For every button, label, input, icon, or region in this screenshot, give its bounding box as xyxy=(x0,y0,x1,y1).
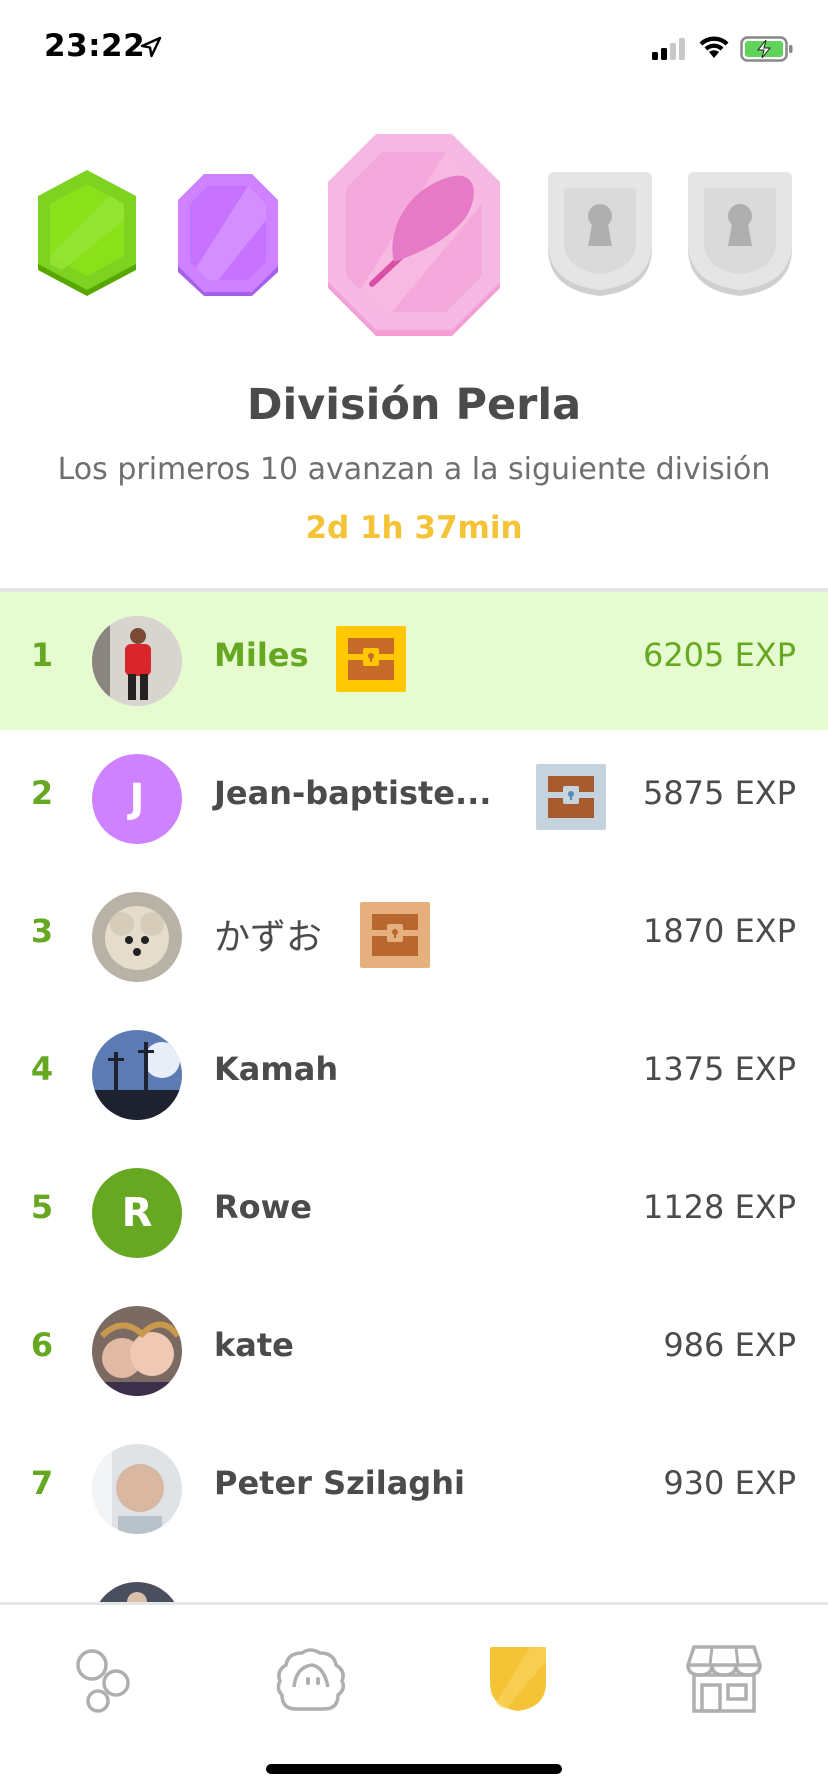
avatar[interactable] xyxy=(92,892,182,982)
locked-league-badge-icon[interactable] xyxy=(544,172,656,298)
player-xp: 1870 EXP xyxy=(642,912,796,950)
league-badges-row xyxy=(0,120,828,350)
wifi-icon xyxy=(699,36,729,58)
rank-number: 4 xyxy=(30,1050,54,1088)
avatar[interactable] xyxy=(92,1030,182,1120)
rank-number: 6 xyxy=(30,1326,54,1364)
player-xp: 1128 EXP xyxy=(642,1188,796,1226)
leaderboard-row[interactable]: 1 Miles 6205 EXP xyxy=(0,592,828,730)
amethyst-league-badge-icon[interactable] xyxy=(174,174,282,298)
leagues-tab-icon[interactable] xyxy=(486,1643,550,1715)
rank-number: 5 xyxy=(30,1188,54,1226)
rank-number: 1 xyxy=(30,636,54,674)
bronze-chest-icon xyxy=(360,902,430,968)
home-indicator xyxy=(266,1764,562,1774)
pearl-league-badge-icon[interactable] xyxy=(324,134,504,340)
player-xp: 930 EXP xyxy=(663,1464,796,1502)
player-xp: 986 EXP xyxy=(663,1326,796,1364)
leaderboard-row[interactable]: 7 Peter Szilaghi 930 EXP xyxy=(0,1420,828,1558)
player-name: Kamah xyxy=(214,1050,339,1088)
avatar[interactable] xyxy=(92,1582,182,1602)
avatar-initial: J xyxy=(129,776,145,822)
player-xp: 5875 EXP xyxy=(642,774,796,812)
status-time: 23:22 xyxy=(44,28,146,64)
division-title: División Perla xyxy=(246,380,582,430)
player-name: かずお xyxy=(214,917,323,958)
rank-number: 3 xyxy=(30,912,54,950)
player-xp: 6205 EXP xyxy=(642,636,796,674)
rank-number: 7 xyxy=(30,1464,54,1502)
learn-tab-icon[interactable] xyxy=(72,1645,136,1717)
leaderboard-row[interactable]: 4 Kamah 1375 EXP xyxy=(0,1006,828,1144)
division-subtitle: Los primeros 10 avanzan a la siguiente d… xyxy=(57,452,771,487)
avatar[interactable]: J xyxy=(92,754,182,844)
player-name: kate xyxy=(214,1326,294,1364)
battery-charging-icon xyxy=(740,36,793,62)
profile-tab-icon[interactable] xyxy=(272,1645,348,1715)
rank-number: 2 xyxy=(30,774,54,812)
player-name: Rowe xyxy=(214,1188,312,1226)
player-name: Peter Szilaghi xyxy=(214,1464,465,1502)
avatar[interactable] xyxy=(92,1444,182,1534)
location-arrow-icon xyxy=(140,36,162,58)
silver-chest-icon xyxy=(536,764,606,830)
player-name: Miles xyxy=(214,636,309,674)
status-bar: 23:22 xyxy=(0,0,828,100)
gold-chest-icon xyxy=(336,626,406,692)
player-name: Jean-baptiste... xyxy=(214,774,492,812)
leaderboard-row[interactable]: 3 かずお 1870 EXP xyxy=(0,868,828,1006)
avatar[interactable] xyxy=(92,616,182,706)
division-countdown: 2d 1h 37min xyxy=(305,510,523,546)
signal-icon xyxy=(652,38,685,60)
locked-league-badge-icon[interactable] xyxy=(684,172,796,298)
leaderboard-row[interactable]: 6 kate 986 EXP xyxy=(0,1282,828,1420)
leaderboard-list[interactable]: 1 Miles 6205 EXP 2 J Jean-baptiste... 58… xyxy=(0,592,828,1602)
leaderboard-row[interactable]: 2 J Jean-baptiste... 5875 EXP xyxy=(0,730,828,868)
avatar[interactable]: R xyxy=(92,1168,182,1258)
emerald-league-badge-icon[interactable] xyxy=(32,170,142,300)
avatar[interactable] xyxy=(92,1306,182,1396)
player-xp: 1375 EXP xyxy=(642,1050,796,1088)
avatar-initial: R xyxy=(121,1190,153,1236)
shop-tab-icon[interactable] xyxy=(686,1643,762,1715)
leaderboard-row[interactable]: 5 R Rowe 1128 EXP xyxy=(0,1144,828,1282)
